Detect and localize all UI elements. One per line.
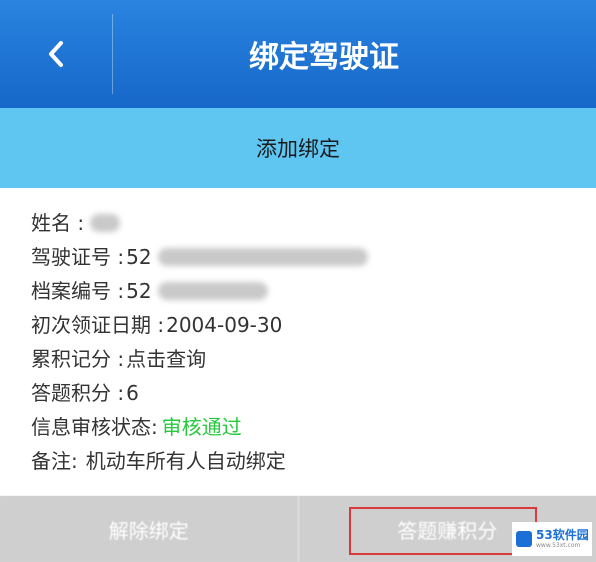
answer-button-highlight — [349, 507, 537, 555]
quiz-points-row: 答题积分 : 6 — [31, 376, 576, 410]
issue-date-label: 初次领证日期 : — [31, 313, 165, 337]
name-row: 姓名 : — [31, 206, 576, 240]
license-number-prefix: 52 — [126, 245, 152, 269]
back-button[interactable] — [0, 0, 112, 108]
watermark-url: www.53xt.com — [536, 542, 581, 549]
license-info: 姓名 : 驾驶证号 : 52 档案编号 : 52 初次领证日期 : 2004-0… — [31, 206, 576, 478]
remark-row: 备注: 机动车所有人自动绑定 — [31, 444, 576, 478]
page-title: 绑定驾驶证 — [249, 40, 399, 75]
name-redacted — [90, 214, 121, 232]
review-status-label: 信息审核状态: — [31, 415, 158, 439]
add-binding-button[interactable]: 添加绑定 — [0, 108, 596, 188]
app-header: 绑定驾驶证 — [0, 0, 596, 108]
points-row: 累积记分 : 点击查询 — [31, 342, 576, 376]
points-query-link[interactable]: 点击查询 — [126, 342, 206, 376]
license-number-redacted — [157, 248, 368, 266]
license-number-row: 驾驶证号 : 52 — [31, 240, 576, 274]
issue-date-row: 初次领证日期 : 2004-09-30 — [31, 308, 576, 342]
remark-value: 机动车所有人自动绑定 — [85, 449, 286, 473]
add-binding-label: 添加绑定 — [256, 137, 340, 161]
review-status-value: 审核通过 — [161, 415, 242, 439]
quiz-points-value: 6 — [126, 381, 139, 405]
quiz-points-label: 答题积分 : — [31, 381, 125, 405]
unbind-button[interactable]: 解除绑定 — [0, 496, 298, 562]
remark-label: 备注: — [31, 449, 78, 473]
license-number-label: 驾驶证号 : — [31, 245, 125, 269]
file-number-prefix: 52 — [126, 279, 152, 303]
name-label: 姓名 : — [31, 211, 85, 235]
unbind-label: 解除绑定 — [108, 518, 189, 543]
file-number-row: 档案编号 : 52 — [31, 274, 576, 308]
back-arrow-icon — [49, 41, 63, 67]
watermark-title: 53软件园 — [536, 528, 589, 542]
watermark: 53软件园 www.53xt.com — [512, 522, 592, 556]
points-label: 累积记分 : — [31, 347, 125, 371]
file-number-label: 档案编号 : — [31, 279, 125, 303]
file-number-redacted — [157, 282, 268, 300]
watermark-logo-icon — [516, 531, 532, 547]
review-status-row: 信息审核状态: 审核通过 — [31, 410, 576, 444]
issue-date-value: 2004-09-30 — [166, 313, 283, 337]
